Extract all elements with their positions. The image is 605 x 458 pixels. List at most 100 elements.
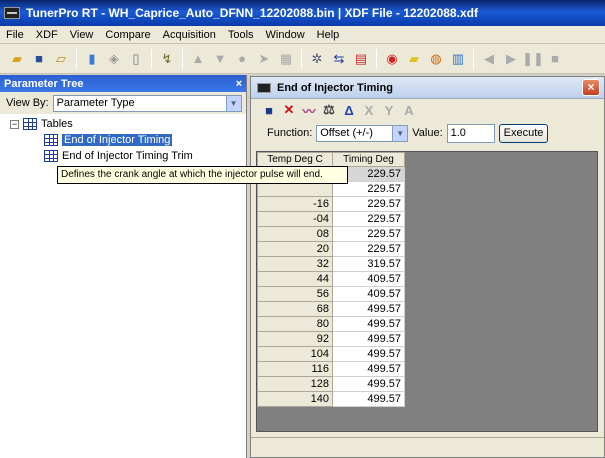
tree-item-end-of-injector-timing[interactable]: End of Injector Timing: [0, 132, 246, 148]
table-cell[interactable]: 229.57: [332, 226, 405, 242]
table-grid: Temp Deg C Timing Deg 229.57 229.57 -16 229…: [256, 151, 598, 432]
table-row: 104 499.57: [257, 346, 405, 362]
toolbar-separator: [376, 48, 377, 69]
close-window-button[interactable]: ×: [582, 79, 600, 96]
table-cell[interactable]: 229.57: [332, 211, 405, 227]
pause-icon[interactable]: ❚❚: [522, 50, 544, 68]
row-header[interactable]: 08: [257, 226, 333, 242]
table-cell[interactable]: 409.57: [332, 286, 405, 302]
menu-file[interactable]: File: [0, 26, 30, 44]
row-header[interactable]: 128: [257, 376, 333, 392]
table-row: -04 229.57: [257, 211, 405, 227]
menu-window[interactable]: Window: [260, 26, 311, 44]
stop-square-icon[interactable]: ■: [546, 50, 564, 68]
row-header[interactable]: 56: [257, 286, 333, 302]
menu-help[interactable]: Help: [311, 26, 346, 44]
tree-node-label: Tables: [41, 118, 73, 130]
row-header[interactable]: 116: [257, 361, 333, 377]
row-header[interactable]: 44: [257, 271, 333, 287]
row-header[interactable]: 140: [257, 391, 333, 407]
row-header[interactable]: 32: [257, 256, 333, 272]
text-icon[interactable]: A: [401, 102, 417, 118]
menu-xdf[interactable]: XDF: [30, 26, 64, 44]
table-row: 140 499.57: [257, 391, 405, 407]
table-cell[interactable]: 499.57: [332, 331, 405, 347]
table-cell[interactable]: 499.57: [332, 346, 405, 362]
table-cell[interactable]: 499.57: [332, 391, 405, 407]
export-icon[interactable]: ◈: [105, 50, 123, 68]
open-icon[interactable]: ▱: [52, 50, 70, 68]
row-header[interactable]: -04: [257, 211, 333, 227]
table-cell[interactable]: 409.57: [332, 271, 405, 287]
table-icon: [44, 134, 58, 146]
menu-tools[interactable]: Tools: [222, 26, 260, 44]
save-icon[interactable]: ■: [261, 102, 277, 118]
chevron-down-icon[interactable]: ▼: [225, 95, 241, 111]
parameter-tree-header: Parameter Tree ×: [0, 75, 246, 92]
table-row: 20 229.57: [257, 241, 405, 257]
emulator-icon[interactable]: ◍: [427, 50, 445, 68]
row-header[interactable]: 68: [257, 301, 333, 317]
tree-item-end-of-injector-timing-trim[interactable]: End of Injector Timing Trim: [0, 148, 246, 164]
table-row: 56 409.57: [257, 286, 405, 302]
menu-view[interactable]: View: [64, 26, 100, 44]
bin-icon[interactable]: ▮: [83, 50, 101, 68]
y-axis-icon[interactable]: Y: [381, 102, 397, 118]
step-icon[interactable]: ▶: [502, 50, 520, 68]
table-cell[interactable]: 229.57: [332, 241, 405, 257]
menu-compare[interactable]: Compare: [99, 26, 156, 44]
table-cell[interactable]: 499.57: [332, 301, 405, 317]
open-folder-icon[interactable]: ▰: [8, 50, 26, 68]
table-cell[interactable]: 499.57: [332, 361, 405, 377]
delta-icon[interactable]: Δ: [341, 102, 357, 118]
next-icon[interactable]: ➤: [255, 50, 273, 68]
table-cell[interactable]: 499.57: [332, 376, 405, 392]
parameter-tree-title: Parameter Tree: [4, 77, 84, 90]
note-icon[interactable]: ▰: [405, 50, 423, 68]
probe-icon[interactable]: ↯: [158, 50, 176, 68]
close-icon[interactable]: ×: [232, 78, 246, 90]
chevron-down-icon[interactable]: ▼: [392, 125, 408, 141]
delete-icon[interactable]: ✕: [281, 102, 297, 118]
execute-button[interactable]: Execute: [498, 123, 549, 143]
table-cell[interactable]: 499.57: [332, 316, 405, 332]
row-header[interactable]: 92: [257, 331, 333, 347]
view-by-select[interactable]: Parameter Type ▼: [52, 94, 242, 112]
new-doc-icon[interactable]: ▯: [127, 50, 145, 68]
collapse-icon[interactable]: −: [10, 119, 19, 129]
table-cell[interactable]: 319.57: [332, 256, 405, 272]
up-arrow-icon[interactable]: ▲: [189, 50, 207, 68]
table-cell[interactable]: 229.57: [332, 196, 405, 212]
play-icon[interactable]: ◀: [480, 50, 498, 68]
transfer-icon[interactable]: ⇆: [330, 50, 348, 68]
stop-icon[interactable]: ◉: [383, 50, 401, 68]
register-icon[interactable]: ▤: [352, 50, 370, 68]
status-bar: [251, 437, 604, 457]
x-axis-icon[interactable]: X: [361, 102, 377, 118]
circle-icon[interactable]: ●: [233, 50, 251, 68]
menu-acquisition[interactable]: Acquisition: [157, 26, 222, 44]
column-header-temp[interactable]: Temp Deg C: [257, 152, 333, 167]
chip-icon[interactable]: ▦: [277, 50, 295, 68]
table-row: 92 499.57: [257, 331, 405, 347]
function-select[interactable]: Offset (+/-) ▼: [316, 124, 409, 142]
graph-icon[interactable]: 〰: [301, 102, 317, 119]
down-arrow-icon[interactable]: ▼: [211, 50, 229, 68]
toolbar-separator: [76, 48, 77, 69]
row-header[interactable]: 80: [257, 316, 333, 332]
chart-icon[interactable]: ▥: [449, 50, 467, 68]
tree-node-tables[interactable]: − Tables: [0, 116, 246, 132]
app-title-bar: TunerPro RT - WH_Caprice_Auto_DFNN_12202…: [0, 0, 605, 26]
row-header[interactable]: 20: [257, 241, 333, 257]
value-input[interactable]: 1.0: [446, 123, 495, 143]
view-by-label: View By:: [6, 97, 49, 109]
column-header-timing[interactable]: Timing Deg: [332, 152, 405, 167]
data-table: Temp Deg C Timing Deg 229.57 229.57 -16 229…: [257, 152, 405, 407]
compare-scale-icon[interactable]: ⚖: [321, 102, 337, 118]
row-header[interactable]: 104: [257, 346, 333, 362]
row-header[interactable]: -16: [257, 196, 333, 212]
table-row: 32 319.57: [257, 256, 405, 272]
tree-item-label: End of Injector Timing: [62, 134, 173, 146]
settings-icon[interactable]: ✲: [308, 50, 326, 68]
save-icon[interactable]: ■: [30, 50, 48, 68]
